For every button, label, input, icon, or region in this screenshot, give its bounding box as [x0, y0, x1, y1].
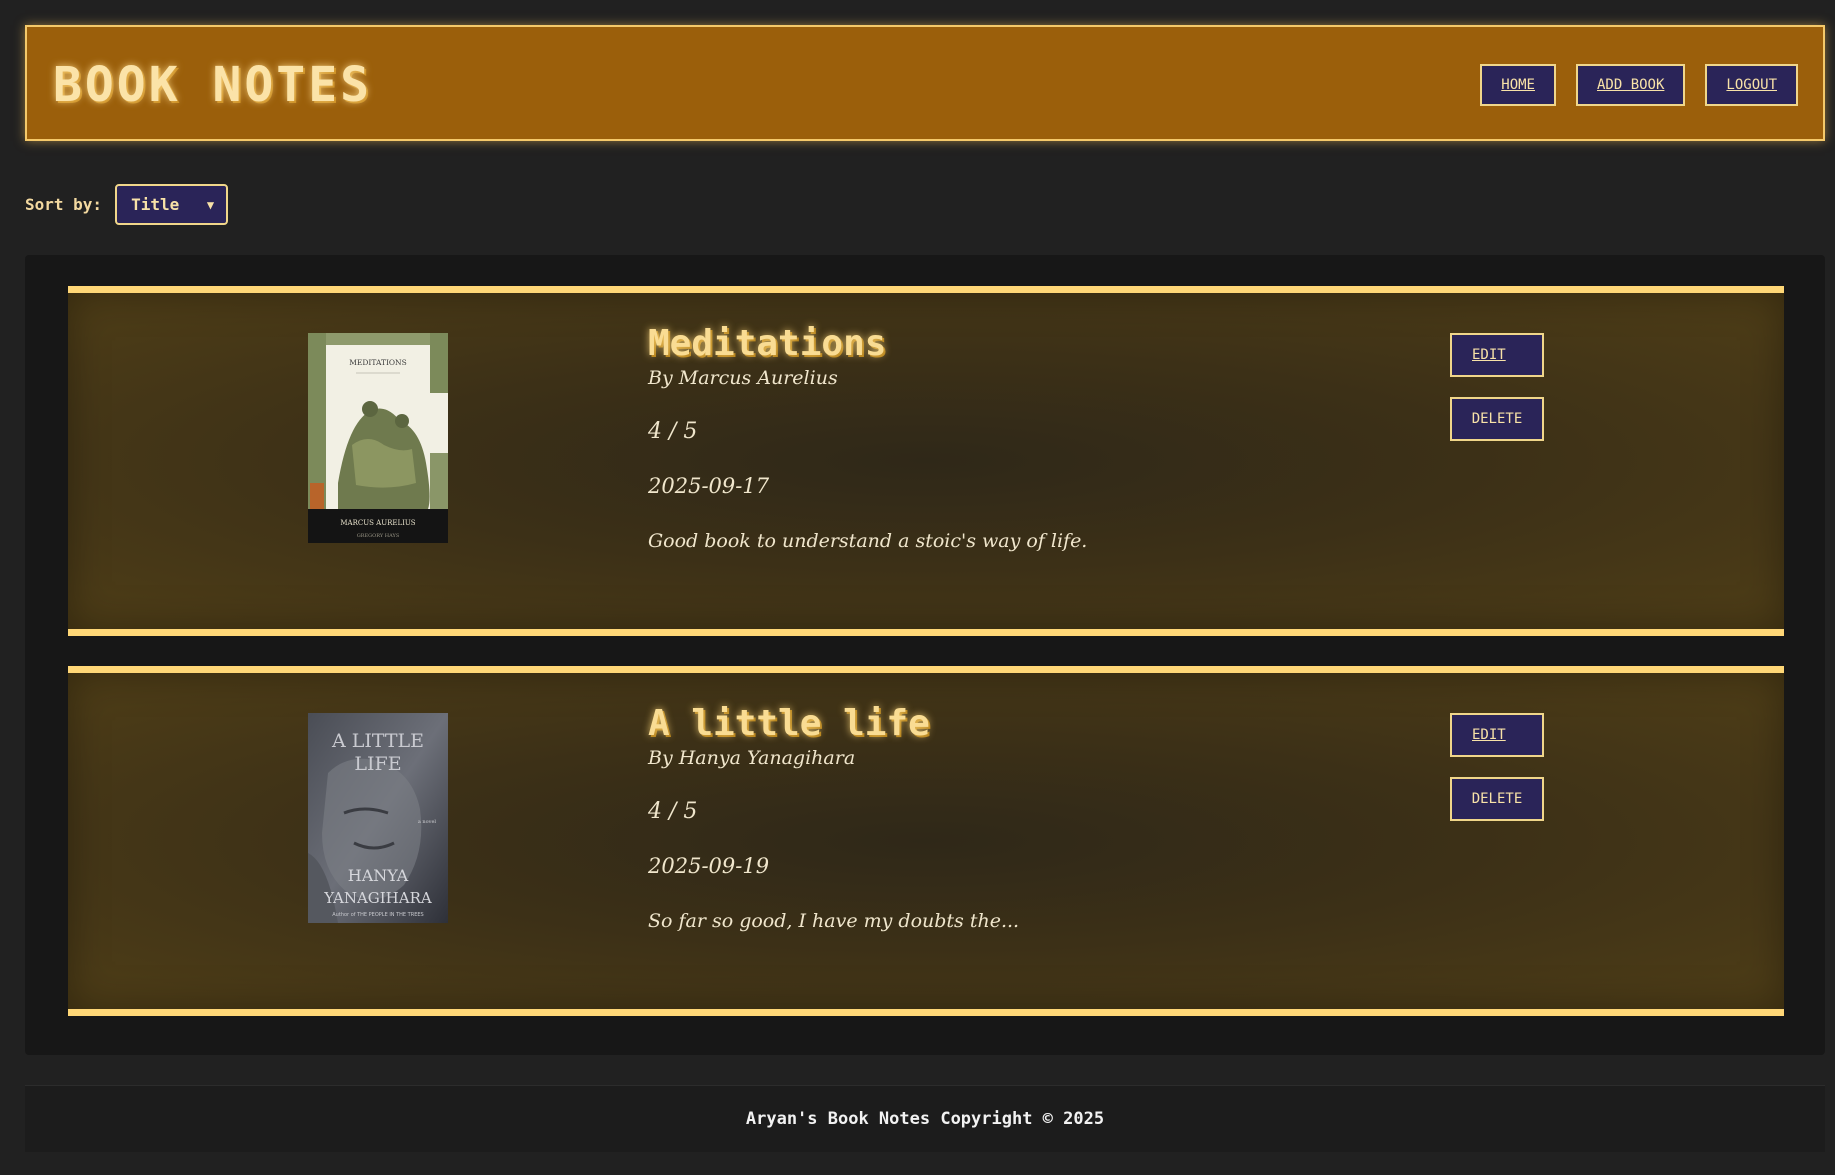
book-author: By Marcus Aurelius	[648, 367, 838, 389]
book-info: Meditations By Marcus Aurelius 4 / 5 202…	[648, 323, 1348, 552]
cover-title-line1: A LITTLE	[331, 730, 424, 752]
delete-button[interactable]: DELETE	[1450, 397, 1544, 441]
book-card: A LITTLE LIFE a novel HANYA YANAGIHARA A…	[68, 666, 1784, 1016]
book-notes: Good book to understand a stoic's way of…	[648, 530, 1088, 552]
cover-author-line1: HANYA	[348, 866, 409, 885]
delete-button[interactable]: DELETE	[1450, 777, 1544, 821]
book-card: MEDITATIONS MARCUS AURELIUS GREGORY HAYS…	[68, 286, 1784, 636]
book-cover-meditations: MEDITATIONS MARCUS AURELIUS GREGORY HAYS	[308, 333, 448, 543]
book-title: A little life	[648, 703, 930, 744]
book-info: A little life By Hanya Yanagihara 4 / 5 …	[648, 703, 1348, 932]
book-date: 2025-09-17	[648, 474, 770, 498]
book-rating: 4 / 5	[648, 799, 698, 824]
sort-control: Sort by: Title ▼	[25, 184, 229, 225]
book-actions: EDIT DELETE	[1450, 333, 1544, 441]
book-title: Meditations	[648, 323, 887, 364]
home-link[interactable]: HOME	[1480, 64, 1556, 106]
cover-author-line2: YANAGIHARA	[323, 889, 432, 907]
add-book-link[interactable]: ADD BOOK	[1575, 64, 1686, 106]
book-date: 2025-09-19	[648, 854, 770, 878]
book-list: MEDITATIONS MARCUS AURELIUS GREGORY HAYS…	[25, 255, 1825, 1055]
cover-title-text: MEDITATIONS	[349, 358, 407, 367]
cover-translator-text: GREGORY HAYS	[357, 533, 400, 539]
cover-subtitle-text: a novel	[418, 819, 437, 825]
main-nav: HOME ADD BOOK LOGOUT	[1480, 64, 1798, 106]
a-little-life-cover-image: A LITTLE LIFE a novel HANYA YANAGIHARA A…	[308, 713, 448, 923]
sort-label: Sort by:	[25, 195, 103, 214]
site-logo: BOOK NOTES	[53, 57, 372, 113]
cover-author-text: MARCUS AURELIUS	[340, 519, 415, 527]
book-cover-a-little-life: A LITTLE LIFE a novel HANYA YANAGIHARA A…	[308, 713, 448, 923]
site-footer: Aryan's Book Notes Copyright © 2025	[25, 1085, 1825, 1152]
book-rating: 4 / 5	[648, 419, 698, 444]
edit-button[interactable]: EDIT	[1450, 713, 1544, 757]
meditations-cover-image: MEDITATIONS MARCUS AURELIUS GREGORY HAYS	[308, 333, 448, 543]
edit-button[interactable]: EDIT	[1450, 333, 1544, 377]
book-notes: So far so good, I have my doubts the...	[648, 910, 1020, 932]
sort-select[interactable]: Title ▼	[115, 184, 229, 225]
sort-selected-value: Title	[131, 195, 180, 214]
book-actions: EDIT DELETE	[1450, 713, 1544, 821]
cover-tagline-text: Author of THE PEOPLE IN THE TREES	[332, 912, 423, 918]
logout-link[interactable]: LOGOUT	[1705, 64, 1798, 106]
chevron-down-icon: ▼	[206, 197, 215, 212]
copyright-text: Aryan's Book Notes Copyright © 2025	[745, 1109, 1105, 1129]
site-header: BOOK NOTES HOME ADD BOOK LOGOUT	[25, 25, 1825, 141]
book-author: By Hanya Yanagihara	[648, 747, 856, 769]
cover-title-line2: LIFE	[354, 753, 401, 775]
